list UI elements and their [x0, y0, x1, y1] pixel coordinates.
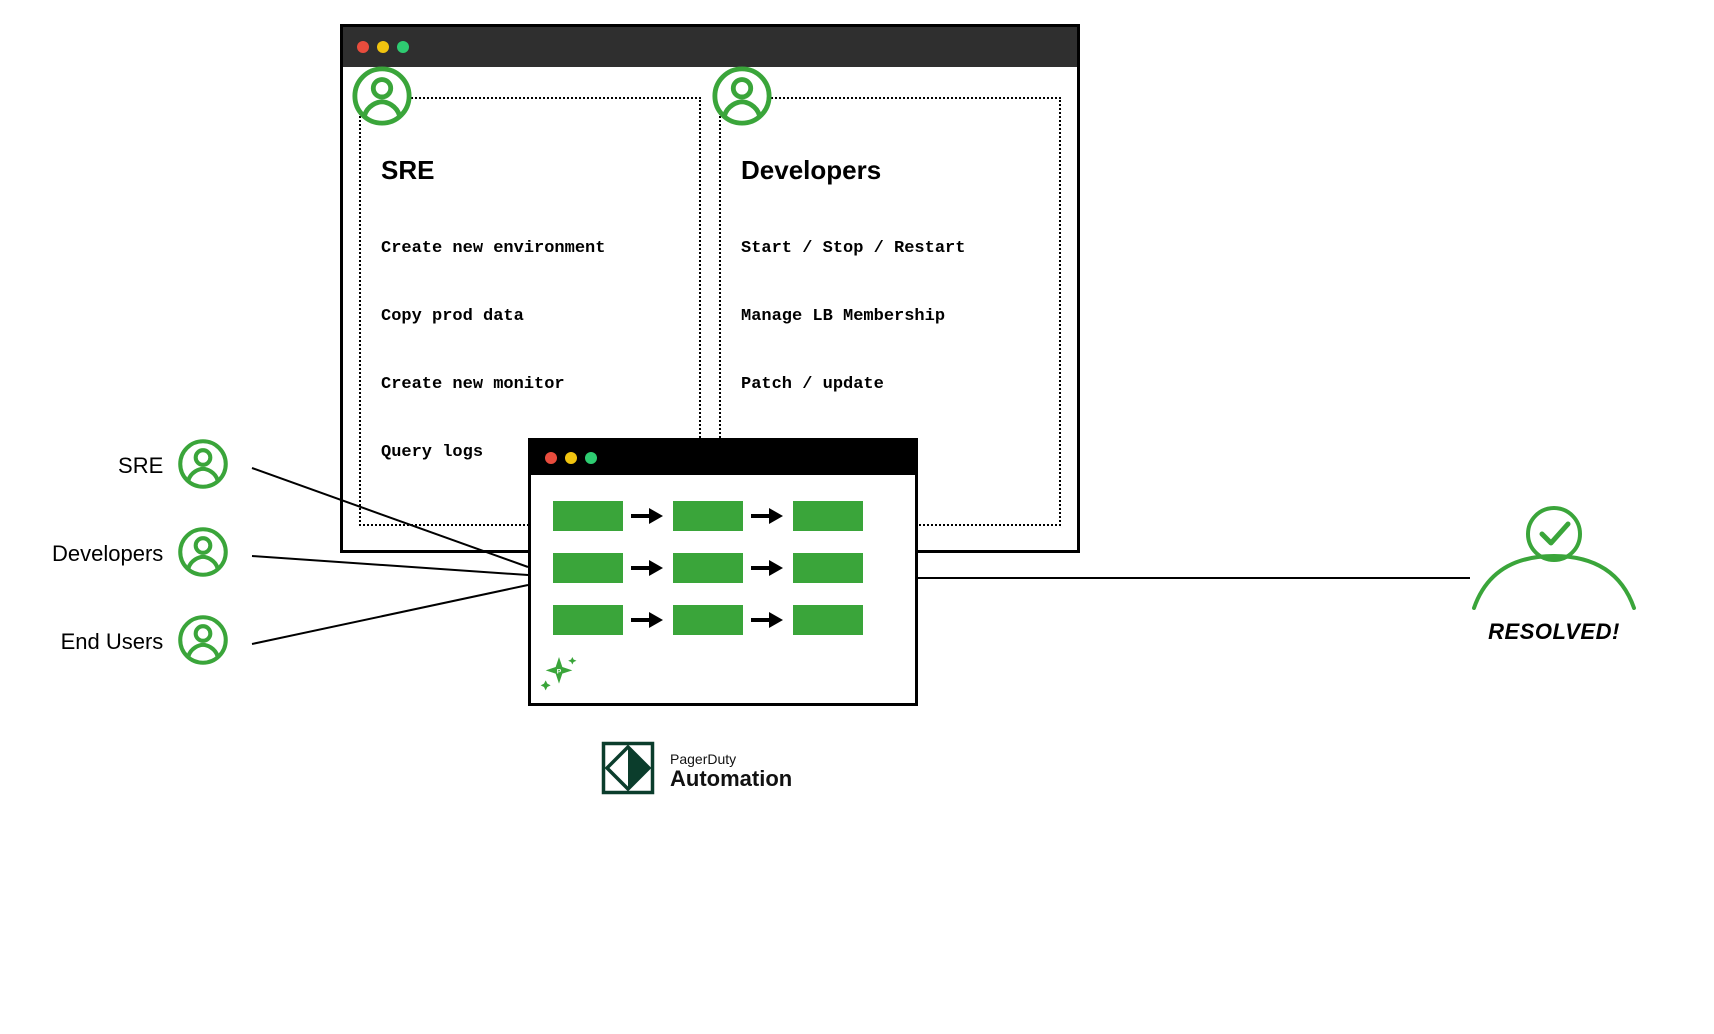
zoom-dot-icon — [585, 452, 597, 464]
minimize-dot-icon — [377, 41, 389, 53]
workflow-step — [793, 553, 863, 583]
role-item: Start / Stop / Restart — [741, 232, 1041, 266]
diagram-canvas: SRE Create new environment Copy prod dat… — [0, 0, 1714, 1034]
sparkle-icon: P — [539, 652, 579, 697]
pagerduty-logo-text: PagerDuty Automation — [670, 752, 792, 790]
workflow-step — [673, 605, 743, 635]
actor-developers: Developers — [52, 528, 229, 580]
resolved-person-icon — [1454, 500, 1654, 610]
close-dot-icon — [357, 41, 369, 53]
role-item: Create new monitor — [381, 368, 681, 402]
workflow-step — [793, 605, 863, 635]
workflow-row — [553, 605, 893, 635]
actor-sre: SRE — [52, 440, 229, 492]
actor-label: SRE — [118, 453, 163, 479]
actor-label: End Users — [61, 629, 164, 655]
user-icon — [711, 65, 773, 132]
actor-end-users: End Users — [52, 616, 229, 668]
role-item: Patch / update — [741, 368, 1041, 402]
role-item: Manage LB Membership — [741, 300, 1041, 334]
pagerduty-automation-logo: PagerDuty Automation — [600, 740, 792, 801]
close-dot-icon — [545, 452, 557, 464]
workflow-step — [553, 553, 623, 583]
role-item: Copy prod data — [381, 300, 681, 334]
arrow-right-icon — [751, 610, 785, 630]
workflow-step — [553, 501, 623, 531]
svg-text:P: P — [557, 669, 562, 676]
user-icon — [177, 438, 229, 495]
workflow-area: P — [531, 475, 915, 703]
automation-window: P — [528, 438, 918, 706]
user-icon — [177, 526, 229, 583]
arrow-right-icon — [631, 610, 665, 630]
workflow-step — [673, 501, 743, 531]
window-titlebar — [531, 441, 915, 475]
role-title: Developers — [741, 155, 1041, 186]
product-label: Automation — [670, 768, 792, 790]
user-icon — [177, 614, 229, 671]
role-title: SRE — [381, 155, 681, 186]
arrow-right-icon — [631, 506, 665, 526]
actors-list: SRE Developers End Users — [52, 440, 229, 704]
resolved-label: RESOLVED! — [1454, 619, 1654, 645]
arrow-right-icon — [751, 558, 785, 578]
arrow-right-icon — [751, 506, 785, 526]
brand-label: PagerDuty — [670, 752, 792, 766]
role-item: Create new environment — [381, 232, 681, 266]
window-titlebar — [343, 27, 1077, 67]
workflow-row — [553, 501, 893, 531]
minimize-dot-icon — [565, 452, 577, 464]
workflow-step — [673, 553, 743, 583]
user-icon — [351, 65, 413, 132]
actor-label: Developers — [52, 541, 163, 567]
workflow-step — [793, 501, 863, 531]
zoom-dot-icon — [397, 41, 409, 53]
workflow-row — [553, 553, 893, 583]
workflow-step — [553, 605, 623, 635]
pagerduty-logo-icon — [600, 740, 656, 801]
arrow-right-icon — [631, 558, 665, 578]
resolved-figure: RESOLVED! — [1454, 500, 1654, 645]
